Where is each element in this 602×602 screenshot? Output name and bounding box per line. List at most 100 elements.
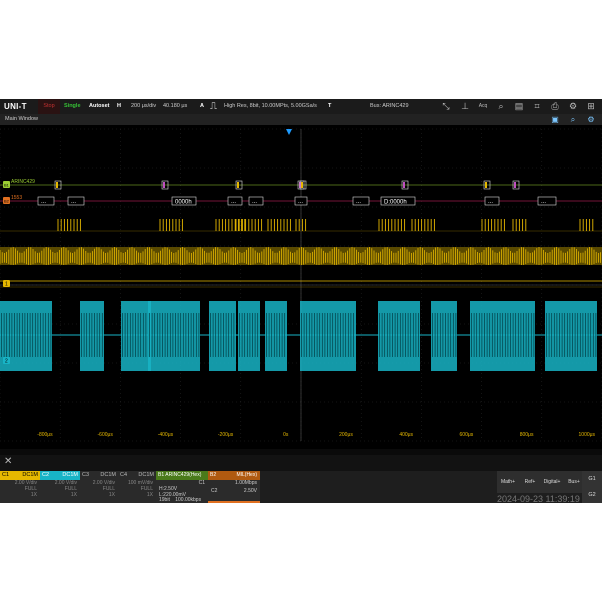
- ch1-marker-label: 1: [5, 282, 8, 288]
- search-icon[interactable]: ⌕: [495, 99, 507, 114]
- bus2-name: B2: [210, 472, 217, 478]
- ch2-block: [265, 301, 287, 371]
- brand-logo: UNI-T: [4, 102, 27, 111]
- horizontal-menu-button[interactable]: H: [117, 99, 121, 114]
- ch1-settings[interactable]: C1 DC1M 2.00 V/div FULL 1X: [0, 471, 40, 503]
- bus1-frame-mark: [56, 182, 58, 188]
- bus2-source: C2: [211, 488, 218, 494]
- time-axis-labels: -800μs -600μs -400μs -200μs 0s 200μs 400μs 600μ…: [37, 432, 595, 438]
- time-tick-label: -600μs: [98, 432, 114, 438]
- acquire-info[interactable]: High Res, 8bit, 10.00MPts, 5.00GSa/s: [224, 99, 317, 114]
- markers-icon[interactable]: ▣: [550, 114, 560, 125]
- ch2-block: [238, 301, 260, 371]
- ch4-name: C4: [120, 472, 128, 478]
- bus2-protocol: MIL(Hex): [236, 472, 257, 478]
- save-icon[interactable]: ▤: [513, 99, 525, 114]
- time-tick-label: 800μs: [520, 432, 534, 438]
- bus2-settings[interactable]: B2 MIL(Hex) 1.00Mbps C2 2.50V: [208, 471, 260, 503]
- bus2-frame-text: ...: [41, 199, 46, 205]
- bus1-frame-mark: [237, 182, 239, 188]
- bus1-frame-mark: [301, 182, 303, 188]
- display-icon[interactable]: ⌗: [531, 99, 543, 114]
- waveform-display[interactable]: ........................ ARINC429 1553 0…: [0, 125, 602, 449]
- acquire-mode-icon: ⎍: [210, 101, 217, 112]
- ch3-name: C3: [82, 472, 90, 478]
- ch2-block: [121, 301, 151, 371]
- collapse-icon[interactable]: ✕: [4, 456, 12, 467]
- time-tick-label: -400μs: [158, 432, 174, 438]
- date-time: 2024-09-23 11:39:19: [497, 494, 580, 503]
- bus1-protocol: ARINC429(Hex): [165, 472, 202, 478]
- main-window-title: Main Window: [5, 116, 39, 122]
- bottom-toolbar: ✕: [0, 455, 602, 471]
- bus1-name: B1: [158, 472, 165, 478]
- time-tick-label: 600μs: [460, 432, 474, 438]
- cursor-icon[interactable]: ⤡: [440, 99, 452, 114]
- bus2-frame-text: ...: [541, 199, 546, 205]
- ch3-probe: 1X: [108, 492, 115, 498]
- time-tick-label: 200μs: [339, 432, 353, 438]
- bus2-label: 1553: [11, 195, 22, 201]
- ch1-probe: 1X: [30, 492, 37, 498]
- acq-icon[interactable]: Acq: [477, 99, 489, 114]
- bus2-frame-text: ...: [298, 199, 303, 205]
- trigger-menu-button[interactable]: T: [328, 99, 331, 114]
- ch2-name: C2: [42, 472, 50, 478]
- horizontal-position[interactable]: 40.180 μs: [163, 99, 187, 114]
- bus2-rate: 1.00Mbps: [235, 480, 257, 486]
- g2-button[interactable]: G2: [582, 487, 602, 503]
- ch4-settings[interactable]: C4 DC1M 100 mV/div FULL 1X: [118, 471, 156, 503]
- bus2-frame-text: ...: [71, 199, 76, 205]
- time-tick-label: 400μs: [399, 432, 413, 438]
- autoset-button[interactable]: Autoset: [89, 99, 109, 114]
- settings-icon[interactable]: ⚙: [567, 99, 579, 114]
- ch1-coupling: DC1M: [22, 472, 38, 478]
- ch2-settings[interactable]: C2 DC1M 2.00 V/div FULL 1X: [40, 471, 80, 503]
- bus1-settings[interactable]: B1 ARINC429(Hex) C1 H:2.50V L:220.00mV 1…: [156, 471, 208, 503]
- decode-value: D:0000h: [384, 200, 407, 206]
- decode-value: 0000h: [175, 200, 192, 206]
- ch4-probe: 1X: [146, 492, 153, 498]
- ch3-settings[interactable]: C3 DC1M 2.00 V/div FULL 1X: [80, 471, 118, 503]
- main-window-bar: Main Window ▣ ⌕ ⚙: [0, 114, 602, 125]
- zoom-icon[interactable]: ⌕: [568, 114, 578, 125]
- ref-add-button[interactable]: Ref+: [519, 471, 541, 493]
- time-tick-label: 0s: [283, 432, 289, 438]
- acquire-menu-button[interactable]: A: [200, 99, 204, 114]
- graticule: [0, 128, 602, 442]
- bus1-format: 19bit: [159, 497, 170, 503]
- ch3-coupling: DC1M: [100, 472, 116, 478]
- trigger-info[interactable]: Bus: ARINC429: [370, 99, 409, 114]
- ch2-block: [148, 301, 200, 371]
- settings-icon[interactable]: ⚙: [586, 114, 596, 125]
- bus2-frame-text: ...: [252, 199, 257, 205]
- g1-button[interactable]: G1: [582, 471, 602, 487]
- time-tick-label: -800μs: [37, 432, 53, 438]
- ch2-trace: [0, 301, 602, 371]
- print-icon[interactable]: ⎙: [549, 99, 561, 114]
- bus2-level: 2.50V: [243, 488, 257, 494]
- run-stop-button[interactable]: Stop: [38, 99, 60, 114]
- measure-icon[interactable]: ⊥: [459, 99, 471, 114]
- ch1-name: C1: [2, 472, 10, 478]
- time-per-div[interactable]: 200 μs/div: [131, 99, 156, 114]
- bus2-frame-text: ...: [488, 199, 493, 205]
- top-toolbar: UNI-T Stop Single Autoset H 200 μs/div 4…: [0, 99, 602, 114]
- trigger-position-marker[interactable]: [286, 129, 292, 135]
- window-layout-icon[interactable]: ⊞: [585, 99, 597, 114]
- single-button[interactable]: Single: [64, 99, 81, 114]
- oscilloscope-screen: UNI-T Stop Single Autoset H 200 μs/div 4…: [0, 99, 602, 503]
- time-tick-label: 1000μs: [579, 432, 596, 438]
- math-add-button[interactable]: Math+: [497, 471, 519, 493]
- bus1-frame-mark: [163, 182, 165, 188]
- bus1-label: ARINC429: [11, 179, 35, 185]
- time-tick-label: -200μs: [218, 432, 234, 438]
- ch4-coupling: DC1M: [138, 472, 154, 478]
- b1-marker-label: B1: [4, 183, 10, 188]
- bus1-rate: 100.00kbps: [175, 497, 202, 503]
- bus1-frame-mark: [485, 182, 487, 188]
- ch2-block: [300, 301, 356, 371]
- bus2-frame-text: ...: [231, 199, 236, 205]
- digital-add-button[interactable]: Digital+: [541, 471, 563, 493]
- ch2-probe: 1X: [70, 492, 77, 498]
